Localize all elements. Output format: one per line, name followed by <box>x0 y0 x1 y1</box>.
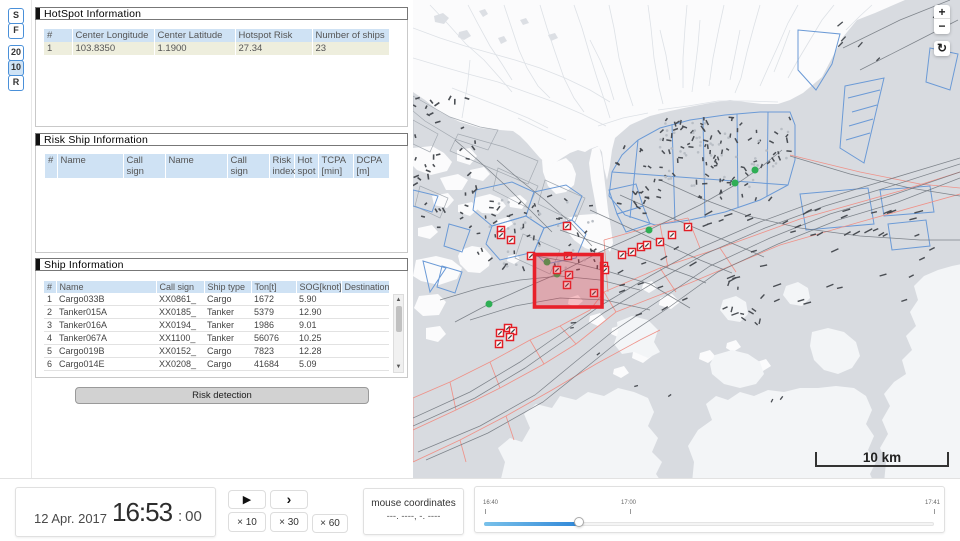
svg-text:10 km: 10 km <box>863 450 901 465</box>
